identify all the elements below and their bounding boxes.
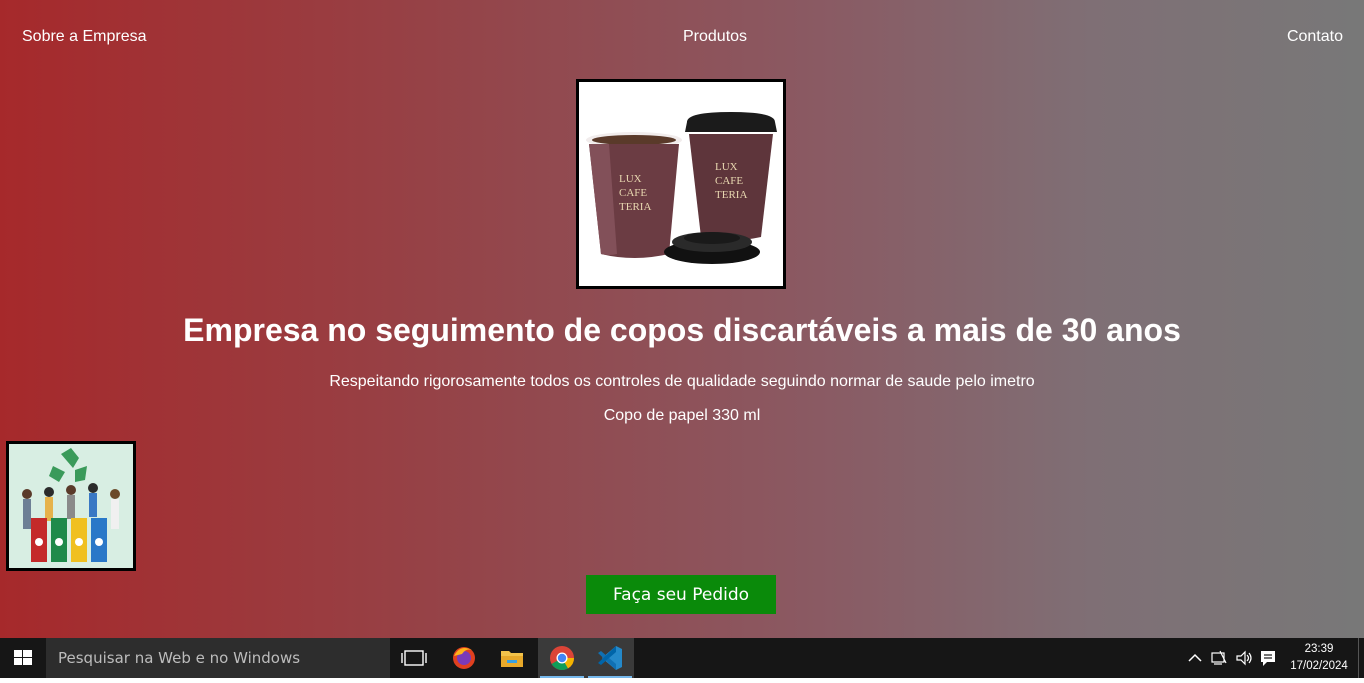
chevron-up-icon[interactable] [1187, 648, 1203, 668]
hero-subtext: Respeitando rigorosamente todos os contr… [329, 373, 1035, 390]
clock-time: 23:39 [1304, 643, 1334, 655]
cup-brand-text: TERIA [619, 201, 651, 213]
task-view-button[interactable] [390, 638, 438, 678]
taskbar-search-box[interactable]: Pesquisar na Web e no Windows [46, 638, 390, 678]
windows-logo-icon [14, 650, 32, 665]
nav-link-contato[interactable]: Contato [1287, 28, 1343, 46]
taskbar-app-chrome[interactable] [538, 638, 586, 678]
cup-brand-text: LUX [715, 161, 738, 173]
order-button[interactable]: Faça seu Pedido [586, 575, 776, 614]
nav-link-produtos[interactable]: Produtos [683, 28, 747, 46]
taskbar-app-firefox[interactable] [440, 638, 488, 678]
page-headline: Empresa no seguimento de copos discartáv… [183, 312, 1181, 348]
landing-page: Sobre a Empresa Produtos Contato LUX CAF… [0, 0, 1364, 638]
taskbar-app-file-explorer[interactable] [488, 638, 536, 678]
windows-taskbar: Pesquisar na Web e no Windows 23:39 17/0… [0, 638, 1364, 678]
task-view-icon [401, 650, 427, 666]
cup-brand-text: CAFE [715, 175, 743, 187]
start-button[interactable] [0, 638, 46, 678]
network-icon[interactable] [1210, 648, 1228, 668]
notification-icon[interactable] [1259, 648, 1277, 668]
product-image-coffee-cups: LUX CAFE TERIA LUX CAFE TERIA [576, 79, 786, 289]
product-name: Copo de papel 330 ml [603, 407, 761, 424]
recycling-illustration [6, 441, 136, 571]
chrome-icon [550, 646, 574, 671]
taskbar-clock[interactable]: 23:39 17/02/2024 [1283, 638, 1355, 678]
show-desktop-button[interactable] [1358, 638, 1364, 678]
nav-link-sobre[interactable]: Sobre a Empresa [22, 28, 147, 46]
clock-date: 17/02/2024 [1290, 660, 1348, 672]
taskbar-app-vscode[interactable] [586, 638, 634, 678]
firefox-icon [453, 647, 475, 669]
cup-brand-text: CAFE [619, 187, 647, 199]
cup-brand-text: TERIA [715, 189, 747, 201]
vscode-icon [598, 646, 622, 670]
volume-icon[interactable] [1235, 648, 1253, 668]
folder-icon [501, 651, 523, 667]
cup-brand-text: LUX [619, 173, 642, 185]
